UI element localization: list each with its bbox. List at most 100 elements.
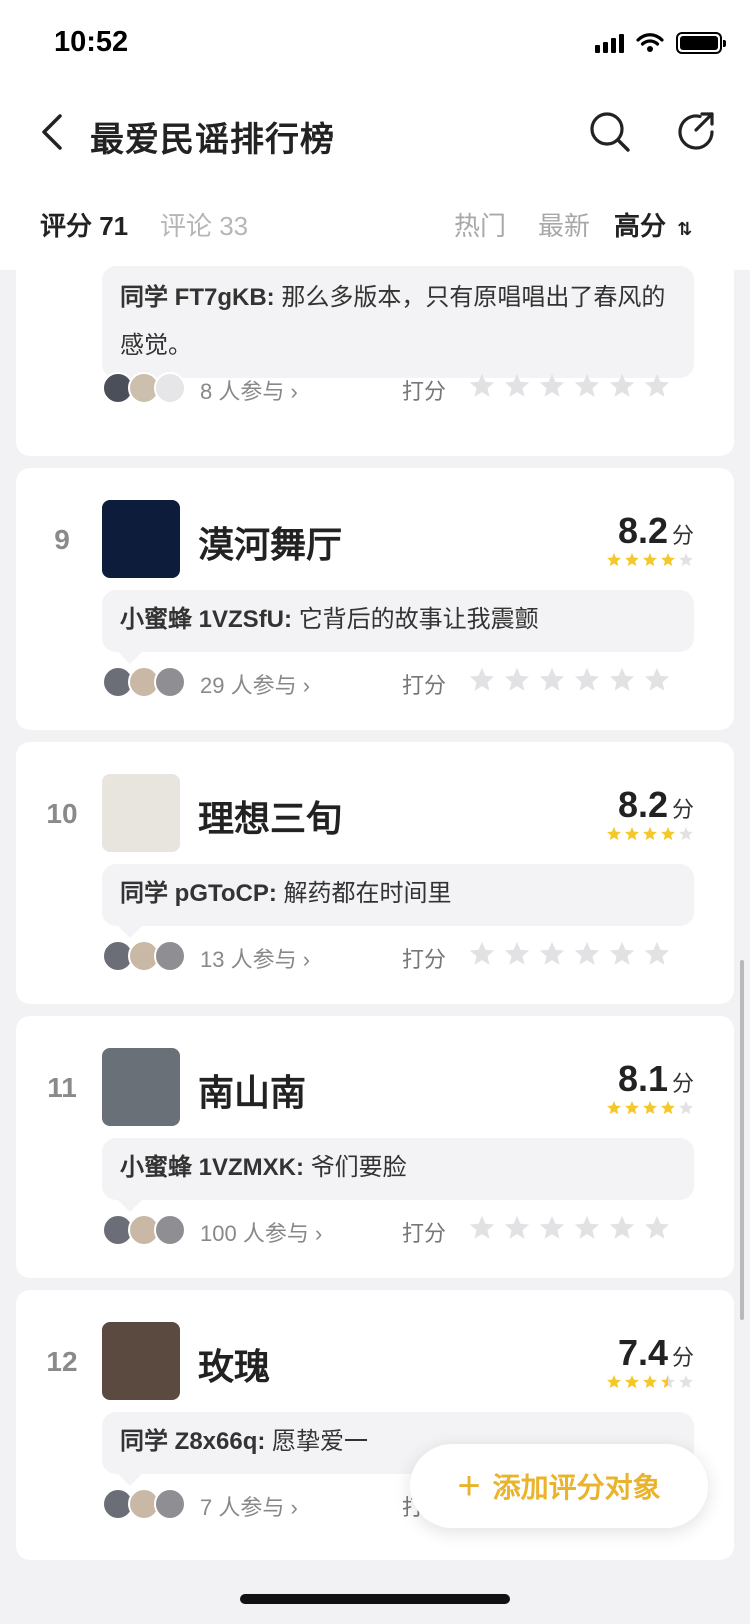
rate-star-icon [504, 667, 530, 691]
sort-order-icon: ⇅ [677, 219, 693, 239]
item-title[interactable]: 南山南 [198, 1064, 306, 1116]
share-icon[interactable] [674, 110, 718, 154]
sort-new[interactable]: 最新 [538, 206, 590, 243]
comment-text: 爷们要脸 [310, 1154, 407, 1181]
chevron-right-icon: › [290, 379, 298, 404]
score-star-icon [625, 553, 639, 567]
avatar [154, 940, 186, 972]
rate-star-icon [644, 941, 670, 965]
rate-star-icon [644, 373, 670, 397]
rate-star-icon [469, 1215, 495, 1239]
comment-text: 它背后的故事让我震颤 [298, 606, 539, 633]
ranking-card[interactable]: 10 理想三旬 8.2 分 同学 pGToCP: 解药都在时间里 13 人参与 › [16, 742, 734, 1004]
avatar [154, 1488, 186, 1520]
rate-star-icon [644, 667, 670, 691]
comment-bubble[interactable]: 同学 pGToCP: 解药都在时间里 [102, 864, 694, 938]
score-star-icon [625, 1375, 639, 1389]
participant-avatars [102, 940, 186, 972]
comment-bubble[interactable]: 小蜜蜂 1VZMXK: 爷们要脸 [102, 1138, 694, 1212]
rate-star-icon [504, 1215, 530, 1239]
ranking-card[interactable]: 同学 FT7gKB: 那么多版本，只有原唱唱出了春风的感觉。 8 人参与 › 打… [16, 250, 734, 456]
comment-bubble[interactable]: 小蜜蜂 1VZSfU: 它背后的故事让我震颤 [102, 590, 694, 664]
rate-stars[interactable] [468, 666, 671, 694]
score-value: 8.2 [617, 784, 668, 825]
score-star-icon [679, 1375, 693, 1389]
participants-link[interactable]: 7 人参与 › [200, 1490, 298, 1522]
sort-hot[interactable]: 热门 [454, 206, 506, 243]
rate-stars[interactable] [468, 1214, 671, 1242]
wifi-icon [636, 33, 664, 52]
rate-star-icon [539, 667, 565, 691]
participants-link[interactable]: 13 人参与 › [200, 942, 310, 974]
score-star-icon [643, 553, 657, 567]
cover-image[interactable] [102, 500, 180, 578]
score-star-icon [607, 1101, 621, 1115]
tab-comments[interactable]: 评论 33 [160, 206, 248, 243]
ranking-card[interactable]: 9 漠河舞厅 8.2 分 小蜜蜂 1VZSfU: 它背后的故事让我震颤 29 人参… [16, 468, 734, 730]
participants-link[interactable]: 29 人参与 › [200, 668, 310, 700]
participants-link[interactable]: 100 人参与 › [200, 1216, 322, 1248]
score-stars [606, 826, 694, 842]
score-value: 8.1 [617, 1058, 668, 1099]
score: 8.2 分 [618, 784, 694, 826]
score-value: 8.2 [617, 510, 668, 551]
score-star-icon [679, 1101, 693, 1115]
search-icon[interactable] [588, 110, 632, 154]
rate-star-icon [574, 373, 600, 397]
rate-label: 打分 [402, 947, 447, 972]
card-footer: 100 人参与 › 打分 [102, 1212, 706, 1252]
rate-star-icon [609, 373, 635, 397]
rate-stars[interactable] [468, 940, 671, 968]
rate-star-icon [539, 941, 565, 965]
score-star-icon [661, 827, 675, 841]
card-footer: 29 人参与 › 打分 [102, 664, 706, 704]
cover-image[interactable] [102, 774, 180, 852]
item-title[interactable]: 漠河舞厅 [198, 516, 342, 568]
rank-number: 10 [46, 798, 78, 829]
rate-star-icon [574, 1215, 600, 1239]
score-star-icon [643, 1101, 657, 1115]
score-star-icon [679, 827, 693, 841]
rate-star-icon [609, 941, 635, 965]
page-title: 最爱民谣排行榜 [90, 121, 335, 159]
status-time: 10:52 [54, 26, 129, 58]
ranking-card[interactable]: 11 南山南 8.1 分 小蜜蜂 1VZMXK: 爷们要脸 100 人参与 › 打 [16, 1016, 734, 1278]
rate-stars[interactable] [468, 372, 671, 400]
comment-bubble[interactable]: 同学 FT7gKB: 那么多版本，只有原唱唱出了春风的感觉。 [102, 266, 694, 390]
comment-user: 同学 pGToCP: [120, 880, 277, 907]
rate-star-icon [504, 941, 530, 965]
score-unit: 分 [671, 797, 694, 822]
score: 8.1 分 [618, 1058, 694, 1100]
tab-ratings[interactable]: 评分 71 [40, 206, 128, 243]
rate-star-icon [469, 373, 495, 397]
participants-count: 7 人参与 [200, 1495, 285, 1520]
rate-star-icon [469, 941, 495, 965]
comment-text: 愿挚爱一 [272, 1428, 369, 1455]
chevron-right-icon: › [290, 1495, 298, 1520]
rate-star-icon [609, 1215, 635, 1239]
back-icon[interactable] [34, 112, 74, 152]
scrollbar[interactable] [740, 960, 744, 1320]
comment-user: 同学 Z8x66q: [120, 1428, 266, 1455]
score-star-icon [607, 553, 621, 567]
participant-avatars [102, 1488, 186, 1520]
add-rating-object-button[interactable]: + 添加评分对象 [410, 1444, 708, 1528]
signal-icon [595, 33, 624, 53]
cover-image[interactable] [102, 1322, 180, 1400]
sort-high[interactable]: 高分 ⇅ [614, 206, 692, 243]
cover-image[interactable] [102, 1048, 180, 1126]
home-indicator[interactable] [240, 1594, 510, 1604]
score-value: 7.4 [617, 1332, 668, 1373]
item-title[interactable]: 玫瑰 [198, 1338, 270, 1390]
rate-star-icon [504, 373, 530, 397]
avatar [154, 666, 186, 698]
sort-high-label: 高分 [614, 211, 667, 241]
add-rating-object-label: 添加评分对象 [492, 1472, 661, 1503]
status-bar: 10:52 [0, 0, 750, 90]
score-star-icon [661, 1101, 675, 1115]
rate-star-icon [539, 373, 565, 397]
participant-avatars [102, 1214, 186, 1246]
participants-link[interactable]: 8 人参与 › [200, 374, 298, 406]
score: 8.2 分 [618, 510, 694, 552]
item-title[interactable]: 理想三旬 [198, 790, 342, 842]
